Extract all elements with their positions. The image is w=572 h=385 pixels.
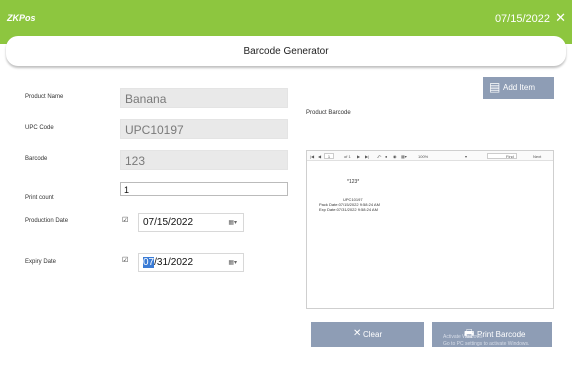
production-date-checkbox[interactable]: ☑ [122, 216, 128, 224]
print-count-label: Print count [25, 195, 54, 201]
production-date-label: Production Date [25, 218, 69, 224]
production-date-value: 07/15/2022 [143, 217, 194, 228]
page-number-input[interactable]: 1 [324, 153, 334, 159]
prev-page-icon[interactable]: ◀ [318, 154, 321, 159]
activate-windows-watermark: Activate Windows Go to PC settings to ac… [443, 334, 529, 348]
barcode-code-text: *123* [347, 179, 360, 185]
watermark-line-1: Activate Windows [443, 334, 483, 340]
watermark-line-2: Go to PC settings to activate Windows. [443, 341, 530, 347]
add-item-label: Add Item [503, 83, 536, 92]
calendar-dropdown-icon[interactable]: ▦▾ [228, 219, 237, 226]
app-logo: ZKPos [7, 13, 36, 23]
clear-label: Clear [363, 330, 383, 339]
logo-zk: ZK [7, 13, 19, 23]
upc-code-label: UPC Code [25, 125, 54, 131]
expiry-date-month-selection: 07 [143, 257, 155, 268]
header-date: 07/15/2022 [494, 13, 550, 25]
barcode-label: Barcode [25, 156, 48, 162]
panel-header: Barcode Generator [6, 36, 566, 66]
expiry-date-value: /31/2022 [154, 257, 194, 268]
zoom-dropdown-icon[interactable]: ▾ [465, 154, 467, 159]
production-date-picker[interactable]: 07/15/2022 ▦▾ [138, 213, 244, 232]
viewer-toolbar: |◀ ◀ 1 of 1 ▶ ▶| ⤺ ● ◉ ▦▾ 100% ▾ Find Ne… [307, 151, 553, 161]
refresh-icon[interactable]: ◉ [393, 154, 397, 159]
first-page-icon[interactable]: |◀ [310, 154, 314, 159]
barcode-field[interactable]: 123 [120, 150, 288, 170]
calendar-dropdown-icon[interactable]: ▦▾ [228, 259, 237, 266]
zoom-select[interactable]: 100% [418, 154, 428, 159]
add-item-icon: ▤ [489, 80, 501, 94]
next-page-icon[interactable]: ▶ [357, 154, 360, 159]
print-count-input[interactable]: 1 [120, 182, 288, 196]
clear-button[interactable]: ✕ Clear [311, 322, 424, 347]
find-next-link[interactable]: Next [533, 154, 541, 159]
expiry-date-label: Expiry Date [25, 259, 57, 265]
page-title: Barcode Generator [243, 46, 329, 57]
product-name-field[interactable]: Banana [120, 88, 288, 108]
expiry-date-checkbox[interactable]: ☑ [122, 256, 128, 264]
back-icon[interactable]: ⤺ [377, 154, 381, 159]
upc-code-field[interactable]: UPC10197 [120, 119, 288, 139]
page-of-label: of 1 [344, 154, 351, 159]
product-barcode-label: Product Barcode [306, 110, 351, 116]
expiry-date-picker[interactable]: 07/31/2022 ▦▾ [138, 253, 244, 272]
barcode-document: *123* UPC10197 Pack Date:07/15/2022 9:58… [307, 161, 553, 309]
product-name-label: Product Name [25, 94, 64, 100]
close-icon[interactable]: ✕ [555, 11, 566, 25]
report-viewer: |◀ ◀ 1 of 1 ▶ ▶| ⤺ ● ◉ ▦▾ 100% ▾ Find Ne… [306, 150, 554, 309]
print-layout-icon[interactable]: ▦▾ [401, 154, 407, 159]
last-page-icon[interactable]: ▶| [365, 154, 369, 159]
clear-icon: ✕ [353, 328, 362, 339]
find-input[interactable]: Find [487, 153, 517, 159]
stop-icon[interactable]: ● [385, 154, 387, 159]
logo-pos: Pos [19, 13, 36, 23]
add-item-button[interactable]: ▤ Add Item [483, 77, 554, 99]
exp-date-text: Exp Date:07/31/2022 9:58:24 AM [319, 207, 378, 212]
